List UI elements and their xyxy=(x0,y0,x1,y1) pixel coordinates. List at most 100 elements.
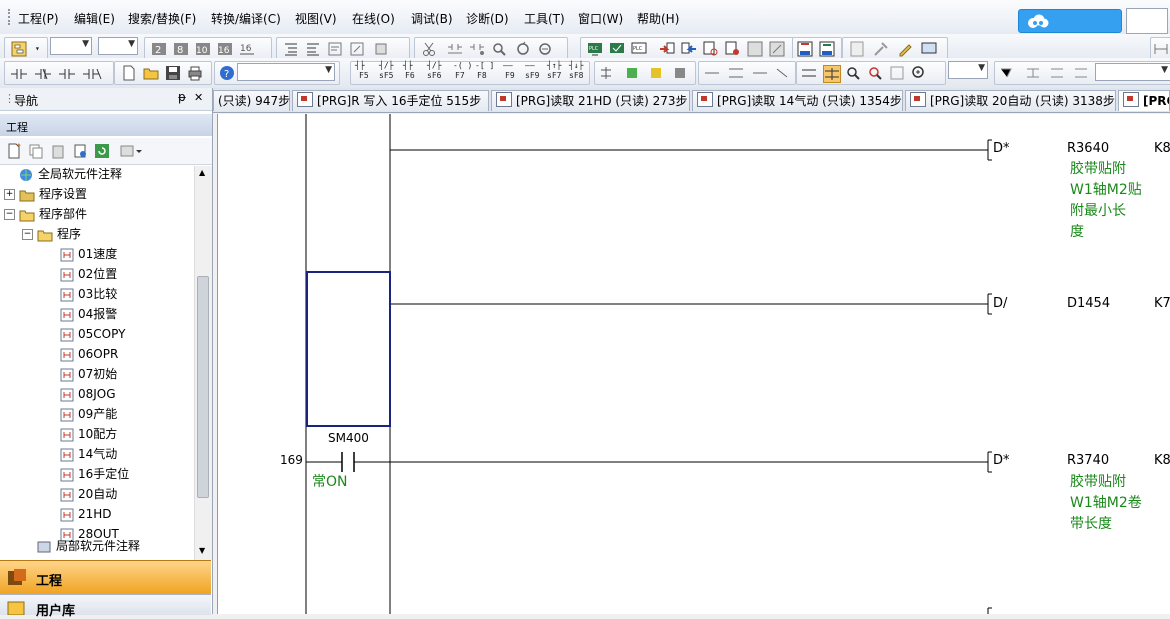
operand2-row3[interactable]: K8 xyxy=(1154,453,1170,468)
expand-minus-icon[interactable]: − xyxy=(22,229,33,240)
menu-tools[interactable]: 工具(T) xyxy=(524,10,565,27)
note-edit-icon[interactable] xyxy=(373,41,389,57)
pin-icon[interactable]: ᵽ xyxy=(178,90,186,104)
menu-help[interactable]: 帮助(H) xyxy=(637,10,679,27)
tree-local-comment[interactable]: 局部软元件注释 xyxy=(36,536,140,556)
tree-program-item[interactable]: 03比较 xyxy=(60,284,117,304)
tree-global-comment[interactable]: 全局软元件注释 xyxy=(18,164,122,184)
help-search-dropdown[interactable] xyxy=(237,63,335,81)
tree-program-parts[interactable]: − 程序部件 xyxy=(4,204,87,224)
tree-program-item[interactable]: 06OPR xyxy=(60,344,118,364)
comment-edit-icon[interactable] xyxy=(327,41,343,57)
tool-icon[interactable] xyxy=(873,41,889,57)
toolbar-dropdown-2[interactable] xyxy=(98,37,138,55)
ladder-op-icons[interactable] xyxy=(599,65,691,81)
fkey-vline-icon[interactable]: —— xyxy=(525,61,535,70)
tree-program-item[interactable]: 04报警 xyxy=(60,304,117,324)
tree-program-item[interactable]: 08JOG xyxy=(60,384,116,404)
tab-947[interactable]: (只读) 947步 xyxy=(213,90,290,111)
ladder-editor[interactable]: D* R3640 K8 胶带贴附 W1轴M2贴 附最小长 度 D/ D1454 … xyxy=(217,114,1170,614)
fkey-pulse-icon[interactable]: ┤↑├ xyxy=(547,61,561,70)
tree-program-item[interactable]: 09产能 xyxy=(60,404,117,424)
device-test-icon[interactable] xyxy=(797,41,813,57)
replace-icon[interactable] xyxy=(515,41,531,57)
sort-dropdown-icon[interactable] xyxy=(120,143,144,159)
doc-icon[interactable] xyxy=(849,41,865,57)
tab-16-manual-pos[interactable]: [PRG]R 写入 16手定位 515步 xyxy=(292,90,489,111)
tree-program-item[interactable]: 20自动 xyxy=(60,484,117,504)
nav-scroll-thumb[interactable] xyxy=(197,276,209,498)
format-2-icon[interactable]: 2 xyxy=(151,41,167,57)
format-10-icon[interactable]: 10 xyxy=(195,41,211,57)
menu-online[interactable]: 在线(O) xyxy=(352,10,395,27)
device-icon[interactable] xyxy=(447,41,463,57)
statement-edit-icon[interactable] xyxy=(349,41,365,57)
cut-icon[interactable] xyxy=(421,41,437,57)
expand-plus-icon[interactable]: + xyxy=(4,189,15,200)
ladder-contact-icons[interactable] xyxy=(9,65,109,81)
cross-ref-icon[interactable] xyxy=(537,41,553,57)
zoom-in-icon[interactable] xyxy=(911,65,927,81)
toolbar-dropdown-4[interactable] xyxy=(1095,63,1170,81)
menu-view[interactable]: 视图(V) xyxy=(295,10,337,27)
screen-icon[interactable] xyxy=(921,41,937,57)
tree-program-item[interactable]: 05COPY xyxy=(60,324,125,344)
tree-program-item[interactable]: 14气动 xyxy=(60,444,117,464)
ladder-extra-icons[interactable] xyxy=(999,65,1095,81)
new-data-icon[interactable] xyxy=(6,143,22,159)
write-plc-icon[interactable] xyxy=(609,41,625,57)
new-file-icon[interactable] xyxy=(121,65,137,81)
watch-icon[interactable] xyxy=(747,41,763,57)
operand1-row3[interactable]: R3740 xyxy=(1067,453,1109,468)
refresh-icon[interactable] xyxy=(94,143,110,159)
tree-program-item[interactable]: 21HD xyxy=(60,504,112,524)
tree-program-item[interactable]: 07初始 xyxy=(60,364,117,384)
monitor-icon[interactable] xyxy=(703,41,719,57)
list-outdent-icon[interactable] xyxy=(305,41,321,57)
verify-plc-icon[interactable]: PLC xyxy=(631,41,647,57)
transfer-red-icon[interactable] xyxy=(659,41,675,57)
menu-search-replace[interactable]: 搜索/替换(F) xyxy=(128,10,196,27)
toolbar-dropdown-1[interactable] xyxy=(50,37,92,55)
menu-edit[interactable]: 编辑(E) xyxy=(74,10,115,27)
ladder-compare-icon[interactable] xyxy=(801,65,817,81)
zoom-fit-icon[interactable] xyxy=(889,65,905,81)
menu-project[interactable]: 工程(P) xyxy=(18,10,59,27)
tab-active[interactable]: [PRG xyxy=(1118,90,1170,111)
zoom-red-icon[interactable] xyxy=(867,65,883,81)
scroll-up-icon[interactable]: ▲ xyxy=(199,168,205,177)
fkey-contact-b-icon[interactable]: ┤/├ xyxy=(379,61,393,70)
format-8-icon[interactable]: 8 xyxy=(173,41,189,57)
window-control-area[interactable] xyxy=(1126,8,1168,34)
bottom-tab-user-lib[interactable]: 用户库 xyxy=(0,594,211,619)
watch-stop-icon[interactable] xyxy=(769,41,785,57)
fkey-or-b-icon[interactable]: ┤/├ xyxy=(427,61,441,70)
transfer-blue-icon[interactable] xyxy=(681,41,697,57)
find-device-icon[interactable] xyxy=(491,41,507,57)
open-folder-icon[interactable] xyxy=(143,65,159,81)
menu-window[interactable]: 窗口(W) xyxy=(578,10,623,27)
tab-14-pneumatic[interactable]: [PRG]读取 14气动 (只读) 1354步 xyxy=(692,90,903,111)
fkey-pulse-down-icon[interactable]: ┤↓├ xyxy=(569,61,583,70)
tree-program[interactable]: − 程序 xyxy=(22,224,81,244)
tree-program-item[interactable]: 10配方 xyxy=(60,424,117,444)
help-icon[interactable]: ? xyxy=(219,65,235,81)
ladder-icon[interactable] xyxy=(1153,41,1169,57)
zoom-icon[interactable] xyxy=(845,65,861,81)
fkey-coil-icon[interactable]: -( ) xyxy=(453,61,472,70)
cloud-button[interactable] xyxy=(1018,9,1122,33)
format-16-icon[interactable]: 16 xyxy=(217,41,233,57)
operand1-row2[interactable]: D1454 xyxy=(1067,296,1110,311)
property-icon[interactable] xyxy=(72,143,88,159)
fkey-or-icon[interactable]: ┤├ xyxy=(403,61,413,70)
tab-21hd[interactable]: [PRG]读取 21HD (只读) 273步 xyxy=(491,90,690,111)
operand1-row1[interactable]: R3640 xyxy=(1067,141,1109,156)
save-icon[interactable] xyxy=(165,65,181,81)
menu-diagnose[interactable]: 诊断(D) xyxy=(466,10,509,27)
ladder-edit-icons[interactable] xyxy=(703,65,791,81)
ladder-active-icon[interactable] xyxy=(823,65,841,83)
menu-convert-compile[interactable]: 转换/编译(C) xyxy=(211,10,281,27)
nav-scrollbar[interactable]: ▲ ▼ xyxy=(194,166,212,560)
fkey-hline-icon[interactable]: —— xyxy=(503,61,513,70)
bottom-tab-project[interactable]: 工程 xyxy=(0,560,211,595)
